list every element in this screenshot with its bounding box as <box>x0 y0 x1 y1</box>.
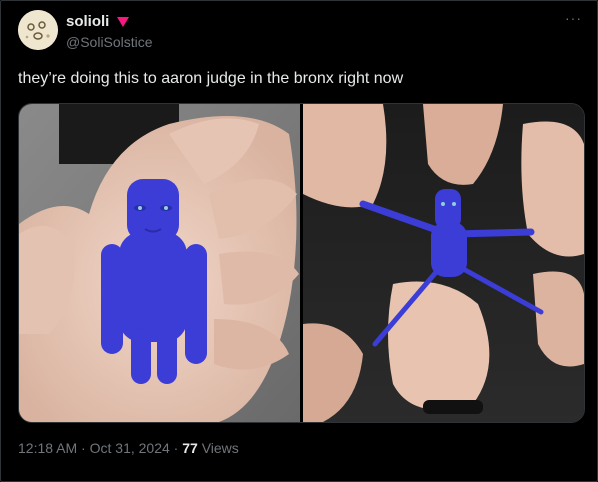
tweet-meta: 12:18 AM · Oct 31, 2024 · 77 Views <box>18 440 239 456</box>
avatar[interactable] <box>18 10 58 50</box>
photo-figure-on-palm[interactable] <box>19 104 300 422</box>
author-name[interactable]: solioli <box>66 13 109 30</box>
author-handle[interactable]: @SoliSolstice <box>66 34 153 50</box>
meta-separator: · <box>173 440 179 456</box>
tweet-time[interactable]: 12:18 AM <box>18 440 77 456</box>
views-count[interactable]: 77 <box>182 440 198 456</box>
moon-avatar-icon <box>18 10 58 50</box>
meta-separator: · <box>81 440 86 456</box>
views-label: Views <box>201 440 239 456</box>
photo-figure-stretched[interactable] <box>303 104 584 422</box>
tweet-text: they’re doing this to aaron judge in the… <box>18 70 404 87</box>
media-grid[interactable] <box>18 103 585 423</box>
tweet-date[interactable]: Oct 31, 2024 <box>90 440 170 456</box>
heart-arrow-badge-icon <box>117 17 129 27</box>
more-options-icon[interactable]: ··· <box>565 10 582 26</box>
